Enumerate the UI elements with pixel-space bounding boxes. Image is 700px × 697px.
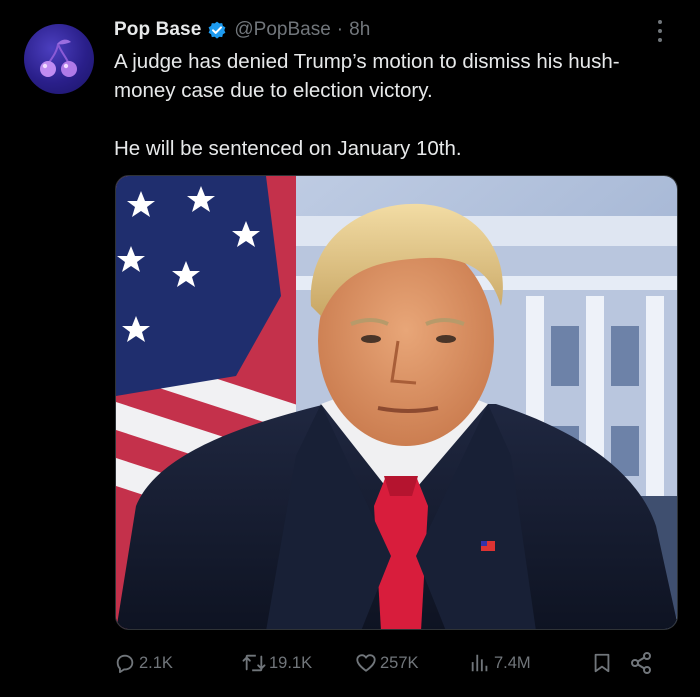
- verified-badge-icon: [207, 20, 227, 40]
- header-separator: ·: [336, 19, 344, 40]
- reply-icon: [116, 654, 134, 674]
- share-button[interactable]: [629, 648, 653, 678]
- bookmark-button[interactable]: [591, 648, 613, 678]
- post-text: A judge has denied Trump’s motion to dis…: [114, 47, 674, 163]
- action-bar: 2.1K 19.1K 257K 7.4M: [114, 648, 674, 678]
- cherries-icon: [40, 39, 77, 77]
- more-options-icon[interactable]: [652, 18, 668, 44]
- author-handle[interactable]: @PopBase: [234, 19, 330, 41]
- views-chart-icon: [471, 654, 488, 672]
- portrait-photo: [116, 176, 677, 629]
- post-text-line: He will be sentenced on January 10th.: [114, 137, 462, 160]
- repost-icon: [242, 654, 266, 672]
- post-text-line: A judge has denied Trump’s motion to dis…: [114, 50, 620, 102]
- reply-count: 2.1K: [139, 653, 173, 672]
- like-button[interactable]: 257K: [355, 648, 419, 678]
- reply-button[interactable]: 2.1K: [114, 648, 173, 678]
- author-name[interactable]: Pop Base: [114, 19, 201, 41]
- bookmark-icon: [594, 653, 610, 673]
- views-button[interactable]: 7.4M: [469, 648, 531, 678]
- views-count: 7.4M: [494, 653, 531, 672]
- post-photo[interactable]: [115, 175, 678, 630]
- post-card[interactable]: Pop Base @PopBase · 8h A judge has denie…: [0, 0, 700, 697]
- repost-count: 19.1K: [269, 653, 313, 672]
- post-timestamp[interactable]: 8h: [349, 19, 370, 41]
- heart-icon: [356, 654, 376, 672]
- like-count: 257K: [380, 653, 419, 672]
- share-icon: [631, 652, 651, 674]
- avatar[interactable]: [24, 24, 94, 94]
- post-header: Pop Base @PopBase · 8h: [114, 16, 370, 44]
- repost-button[interactable]: 19.1K: [242, 648, 312, 678]
